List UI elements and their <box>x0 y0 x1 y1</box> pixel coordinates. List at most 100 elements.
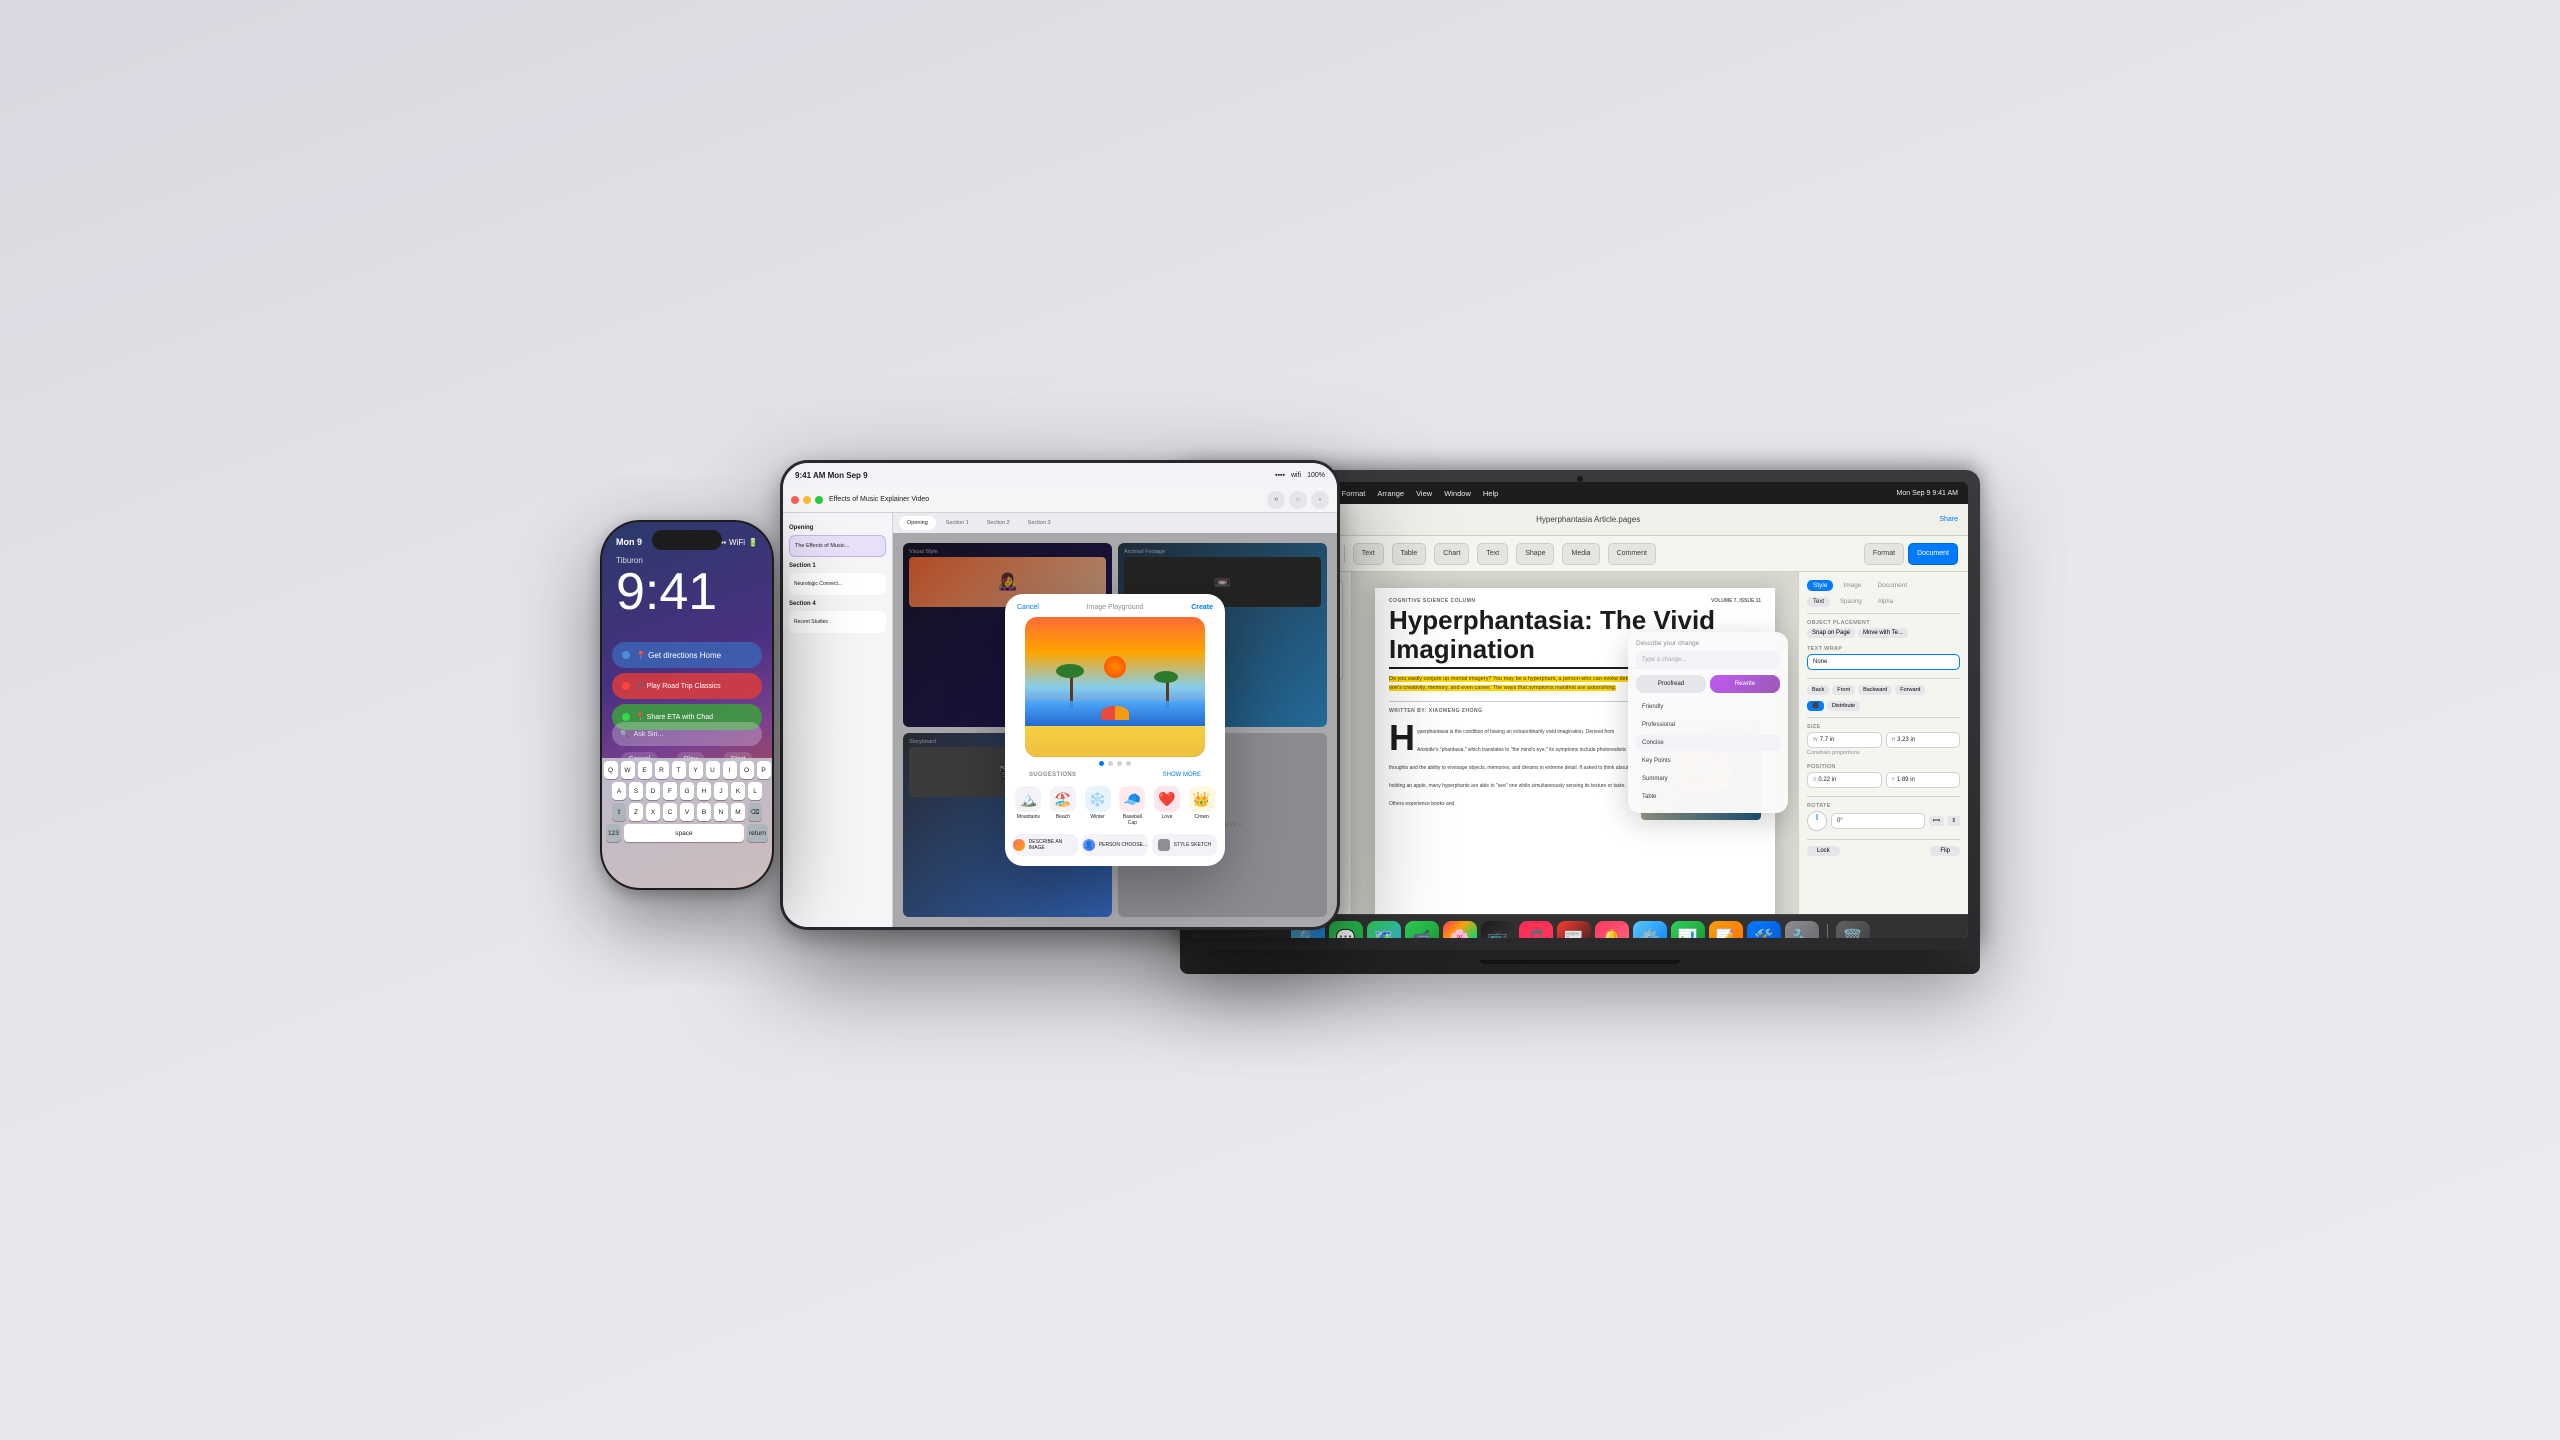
panel-tab-image[interactable]: Image <box>1837 580 1867 591</box>
pages-canvas-area[interactable]: COGNITIVE SCIENCE COLUMN VOLUME 7, ISSUE… <box>1352 572 1798 914</box>
ai-option-summary[interactable]: Summary <box>1636 771 1780 787</box>
key-l[interactable]: L <box>748 782 762 800</box>
dock-tv[interactable]: 📺 <box>1481 921 1515 939</box>
dock-app2[interactable]: ⚙️ <box>1633 921 1667 939</box>
dock-settings[interactable]: 🔧 <box>1785 921 1819 939</box>
ipad-tab-section2[interactable]: Section 2 <box>979 516 1018 530</box>
suggestion-baseball-cap[interactable]: 🧢 Baseball Cap <box>1118 786 1146 826</box>
dock-news[interactable]: 📰 <box>1557 921 1591 939</box>
menu-arrange[interactable]: Arrange <box>1377 489 1404 498</box>
ai-option-professional[interactable]: Professional <box>1636 717 1780 733</box>
key-h[interactable]: H <box>697 782 711 800</box>
key-a[interactable]: A <box>612 782 626 800</box>
ipad-section-1[interactable]: The Effects of Music... <box>789 535 886 557</box>
backward-btn[interactable]: Backward <box>1858 685 1892 695</box>
toolbar-media[interactable]: Media <box>1562 543 1599 565</box>
panel-sub-alpha[interactable]: Alpha <box>1872 597 1899 607</box>
key-v[interactable]: V <box>680 803 694 821</box>
back-btn[interactable]: Back <box>1807 685 1829 695</box>
key-b[interactable]: B <box>697 803 711 821</box>
ipad-tl-green[interactable] <box>815 496 823 504</box>
flip-h-btn[interactable]: ⟺ <box>1929 816 1945 826</box>
move-with-btn[interactable]: Move with Te... <box>1858 628 1908 638</box>
suggestion-love[interactable]: ❤️ Love <box>1153 786 1181 826</box>
toolbar-document-btn[interactable]: Document <box>1908 543 1958 565</box>
flip-v-btn[interactable]: ⇕ <box>1947 816 1960 826</box>
flip-btn[interactable]: Flip <box>1930 846 1960 856</box>
key-g[interactable]: G <box>680 782 694 800</box>
key-return[interactable]: return <box>747 824 768 842</box>
dock-pages[interactable]: 📝 <box>1709 921 1743 939</box>
rotate-wheel[interactable] <box>1807 811 1827 831</box>
key-q[interactable]: Q <box>604 761 618 779</box>
menu-view[interactable]: View <box>1416 489 1432 498</box>
key-w[interactable]: W <box>621 761 635 779</box>
key-d[interactable]: D <box>646 782 660 800</box>
dock-music[interactable]: 🎵 <box>1519 921 1553 939</box>
dock-numbers[interactable]: 📊 <box>1671 921 1705 939</box>
ai-option-table[interactable]: Table <box>1636 789 1780 805</box>
snap-page-btn[interactable]: Snap on Page <box>1807 628 1855 638</box>
show-more-btn[interactable]: SHOW MORE <box>1151 772 1213 782</box>
suggestion-beach[interactable]: 🏖️ Beach <box>1049 786 1077 826</box>
toolbar-shape[interactable]: Shape <box>1516 543 1554 565</box>
key-u[interactable]: U <box>706 761 720 779</box>
notification-maps[interactable]: 📍 Get directions Home <box>612 642 762 668</box>
dock-maps[interactable]: 🗺️ <box>1367 921 1401 939</box>
panel-sub-spacing[interactable]: Spacing <box>1834 597 1868 607</box>
pos-y-control[interactable]: Y 1.89 in <box>1886 772 1961 788</box>
key-i[interactable]: I <box>723 761 737 779</box>
key-k[interactable]: K <box>731 782 745 800</box>
front-btn[interactable]: Front <box>1832 685 1855 695</box>
style-sketch-btn[interactable]: STYLE SKETCH <box>1152 834 1217 856</box>
angle-control[interactable]: 0° <box>1831 813 1925 829</box>
dialog-create-btn[interactable]: Create <box>1191 604 1213 611</box>
ai-input-field[interactable]: Type a change... <box>1636 651 1780 669</box>
pos-x-control[interactable]: X 0.22 in <box>1807 772 1882 788</box>
key-space[interactable]: space <box>624 824 744 842</box>
panel-tab-style[interactable]: Style <box>1807 580 1833 591</box>
menu-format[interactable]: Format <box>1342 489 1366 498</box>
share-btn[interactable]: Share <box>1939 516 1958 523</box>
toolbar-textbox[interactable]: Text <box>1477 543 1508 565</box>
key-123[interactable]: 123 <box>606 824 621 842</box>
menu-window[interactable]: Window <box>1444 489 1471 498</box>
key-p[interactable]: P <box>757 761 771 779</box>
key-delete[interactable]: ⌫ <box>748 803 762 821</box>
key-z[interactable]: Z <box>629 803 643 821</box>
width-control[interactable]: W 7.7 in <box>1807 732 1882 748</box>
key-x[interactable]: X <box>646 803 660 821</box>
toolbar-table[interactable]: Table <box>1392 543 1427 565</box>
dock-facetime[interactable]: 📹 <box>1405 921 1439 939</box>
suggestion-winter[interactable]: ❄️ Winter <box>1084 786 1112 826</box>
panel-sub-text[interactable]: Text <box>1807 597 1830 607</box>
key-y[interactable]: Y <box>689 761 703 779</box>
key-c[interactable]: C <box>663 803 677 821</box>
key-s[interactable]: S <box>629 782 643 800</box>
dock-trash[interactable]: 🗑️ <box>1836 921 1870 939</box>
toolbar-comment[interactable]: Comment <box>1608 543 1656 565</box>
suggestion-crown[interactable]: 👑 Crown <box>1188 786 1216 826</box>
ipad-section-recent[interactable]: Recent Studies <box>789 611 886 633</box>
wrap-none-control[interactable]: None <box>1807 654 1960 670</box>
dialog-cancel-btn[interactable]: Cancel <box>1017 604 1039 611</box>
ipad-section-neurologic[interactable]: Neurologic Connect... <box>789 573 886 595</box>
key-n[interactable]: N <box>714 803 728 821</box>
dock-app1[interactable]: 🔔 <box>1595 921 1629 939</box>
ai-option-concise[interactable]: Concise <box>1636 735 1780 751</box>
key-e[interactable]: E <box>638 761 652 779</box>
menu-help[interactable]: Help <box>1483 489 1498 498</box>
ipad-toolbar-icon-3[interactable]: + <box>1311 491 1329 509</box>
height-control[interactable]: H 3.23 in <box>1886 732 1961 748</box>
toolbar-format-btn[interactable]: Format <box>1864 543 1904 565</box>
ipad-tab-opening[interactable]: Opening <box>899 516 936 530</box>
toolbar-text[interactable]: Text <box>1353 543 1384 565</box>
ipad-tl-yellow[interactable] <box>803 496 811 504</box>
key-r[interactable]: R <box>655 761 669 779</box>
iphone-search-bar[interactable]: 🔍 Ask Siri... <box>612 722 762 746</box>
dock-photos[interactable]: 🌸 <box>1443 921 1477 939</box>
ipad-tab-section1[interactable]: Section 1 <box>938 516 977 530</box>
toolbar-chart[interactable]: Chart <box>1434 543 1469 565</box>
describe-image-btn[interactable]: DESCRIBE AN IMAGE <box>1013 834 1078 856</box>
ai-rewrite-btn[interactable]: Rewrite <box>1710 675 1780 693</box>
